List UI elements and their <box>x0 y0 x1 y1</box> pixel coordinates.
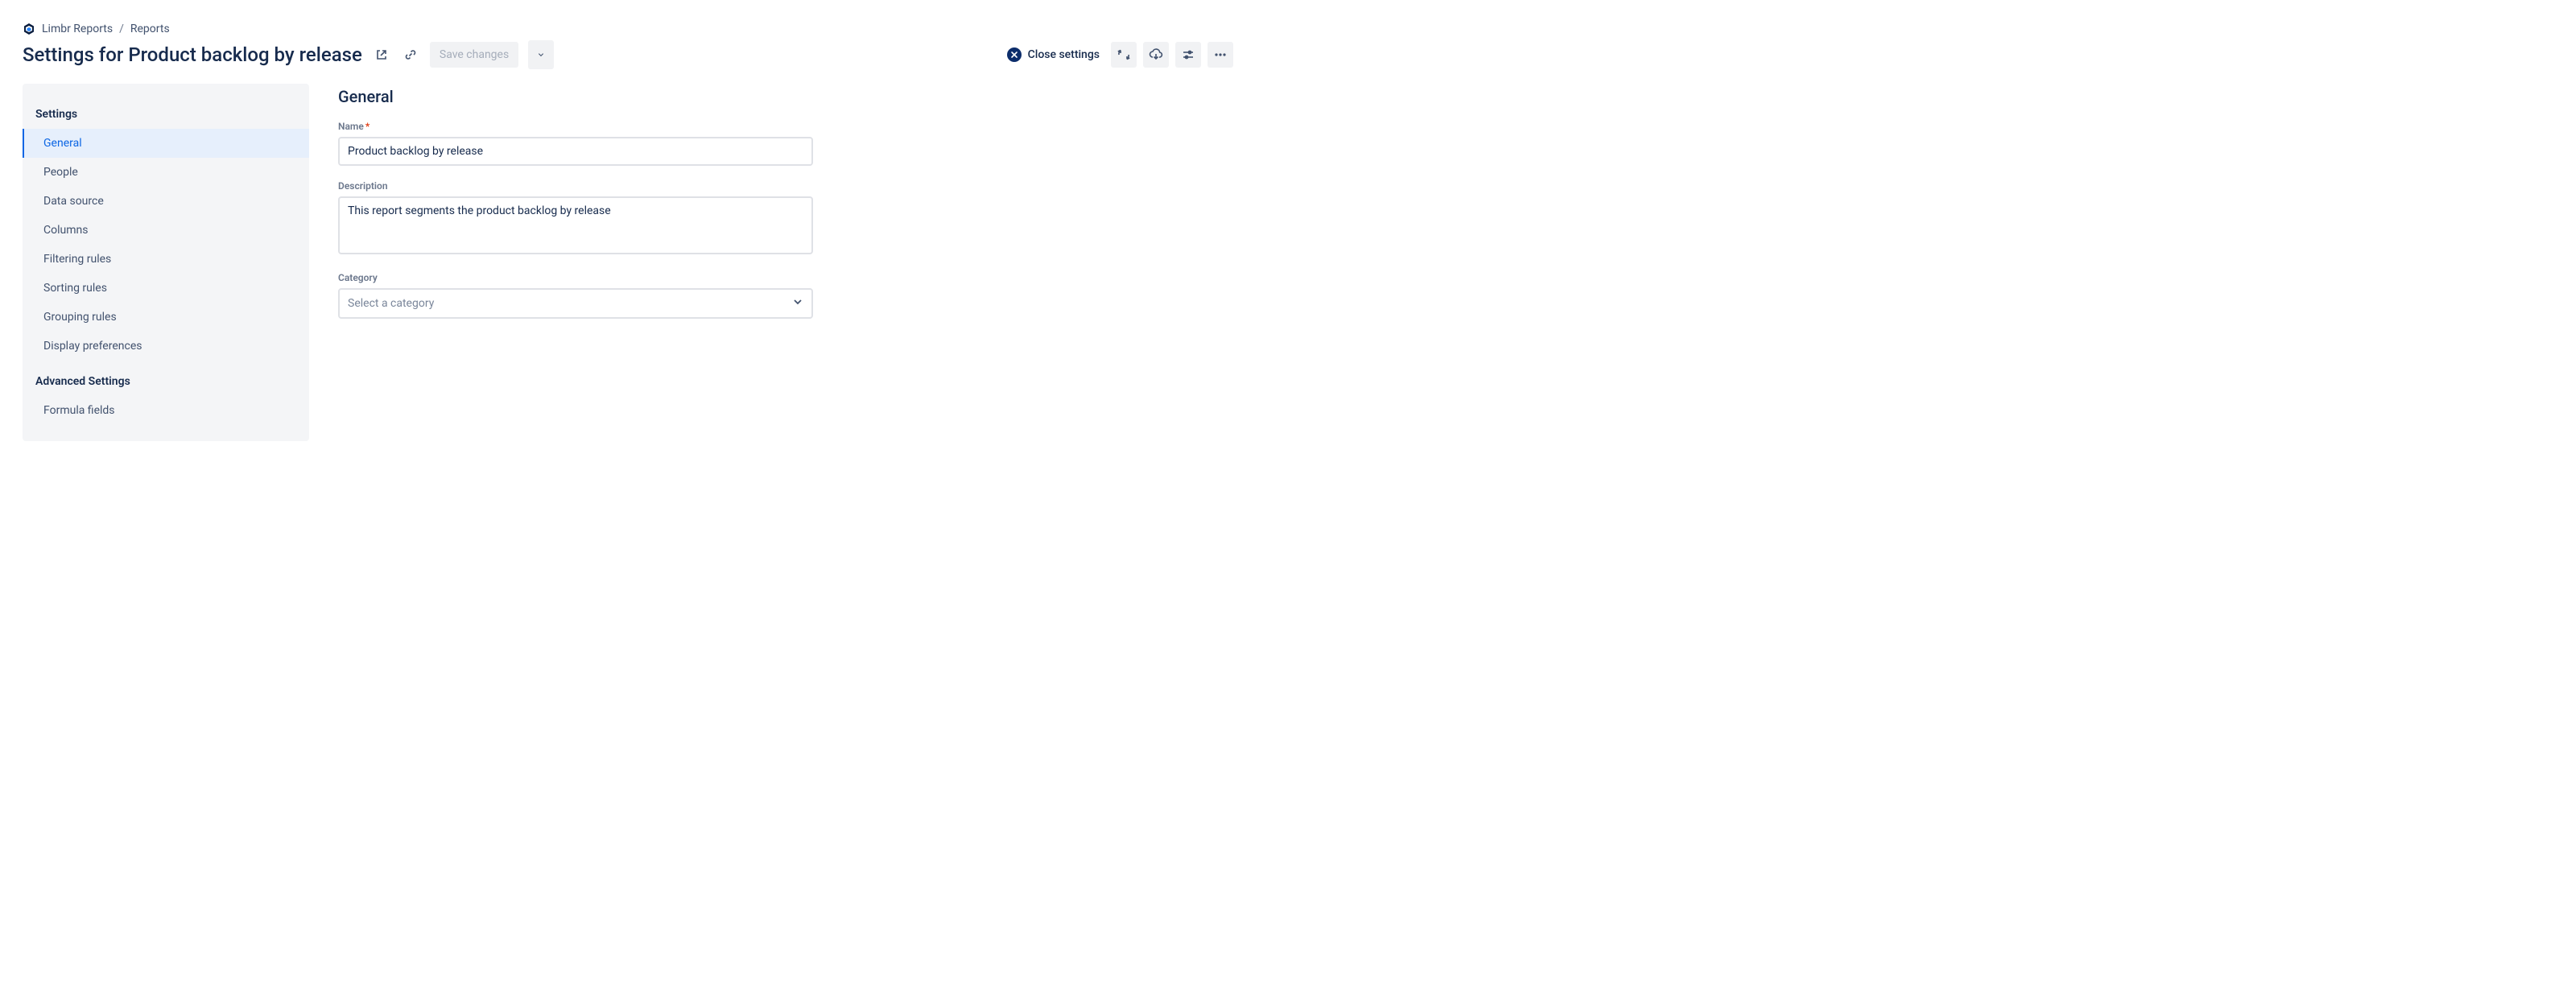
refresh-icon[interactable] <box>1111 42 1137 68</box>
page-header: Settings for Product backlog by release … <box>23 40 1233 69</box>
field-description: Description This report segments the pro… <box>338 180 813 258</box>
cloud-download-icon[interactable] <box>1143 42 1169 68</box>
sliders-icon[interactable] <box>1175 42 1201 68</box>
name-label: Name <box>338 121 364 132</box>
save-dropdown-button[interactable] <box>528 40 554 69</box>
settings-sidebar: Settings General People Data source Colu… <box>23 84 309 441</box>
sidebar-section-settings: Settings <box>23 103 309 129</box>
sidebar-item-columns[interactable]: Columns <box>23 216 309 245</box>
sidebar-item-formula-fields[interactable]: Formula fields <box>23 396 309 425</box>
app-logo-icon <box>23 23 35 35</box>
description-label: Description <box>338 180 388 192</box>
page-title-prefix: Settings for <box>23 43 128 66</box>
category-select[interactable]: Select a category <box>338 288 813 319</box>
sidebar-item-grouping-rules[interactable]: Grouping rules <box>23 303 309 332</box>
field-category: Category Select a category <box>338 272 813 319</box>
category-label: Category <box>338 272 378 283</box>
name-input[interactable] <box>338 137 813 166</box>
breadcrumb-app-link[interactable]: Limbr Reports <box>42 23 113 35</box>
external-link-icon[interactable] <box>372 45 391 64</box>
required-indicator: * <box>365 121 369 132</box>
main-panel: General Name* Description This report se… <box>338 84 813 333</box>
sidebar-item-display-preferences[interactable]: Display preferences <box>23 332 309 361</box>
sidebar-item-general[interactable]: General <box>23 129 309 158</box>
close-settings-label: Close settings <box>1028 48 1100 61</box>
breadcrumb-reports-link[interactable]: Reports <box>130 23 170 35</box>
sidebar-section-advanced: Advanced Settings <box>23 370 309 396</box>
close-icon <box>1007 47 1022 62</box>
page-title-name: Product backlog by release <box>128 43 362 66</box>
category-placeholder: Select a category <box>348 297 434 310</box>
sidebar-item-sorting-rules[interactable]: Sorting rules <box>23 274 309 303</box>
more-icon[interactable] <box>1208 42 1233 68</box>
link-icon[interactable] <box>401 45 420 64</box>
sidebar-item-people[interactable]: People <box>23 158 309 187</box>
chevron-down-icon <box>792 296 803 311</box>
breadcrumb-separator: / <box>119 23 124 35</box>
sidebar-item-data-source[interactable]: Data source <box>23 187 309 216</box>
section-heading-general: General <box>338 87 813 106</box>
close-settings-button[interactable]: Close settings <box>1002 44 1104 65</box>
sidebar-item-filtering-rules[interactable]: Filtering rules <box>23 245 309 274</box>
save-button: Save changes <box>430 42 518 68</box>
field-name: Name* <box>338 121 813 166</box>
page-title: Settings for Product backlog by release <box>23 43 362 66</box>
description-input[interactable]: This report segments the product backlog… <box>338 196 813 254</box>
breadcrumb: Limbr Reports / Reports <box>23 23 1233 35</box>
